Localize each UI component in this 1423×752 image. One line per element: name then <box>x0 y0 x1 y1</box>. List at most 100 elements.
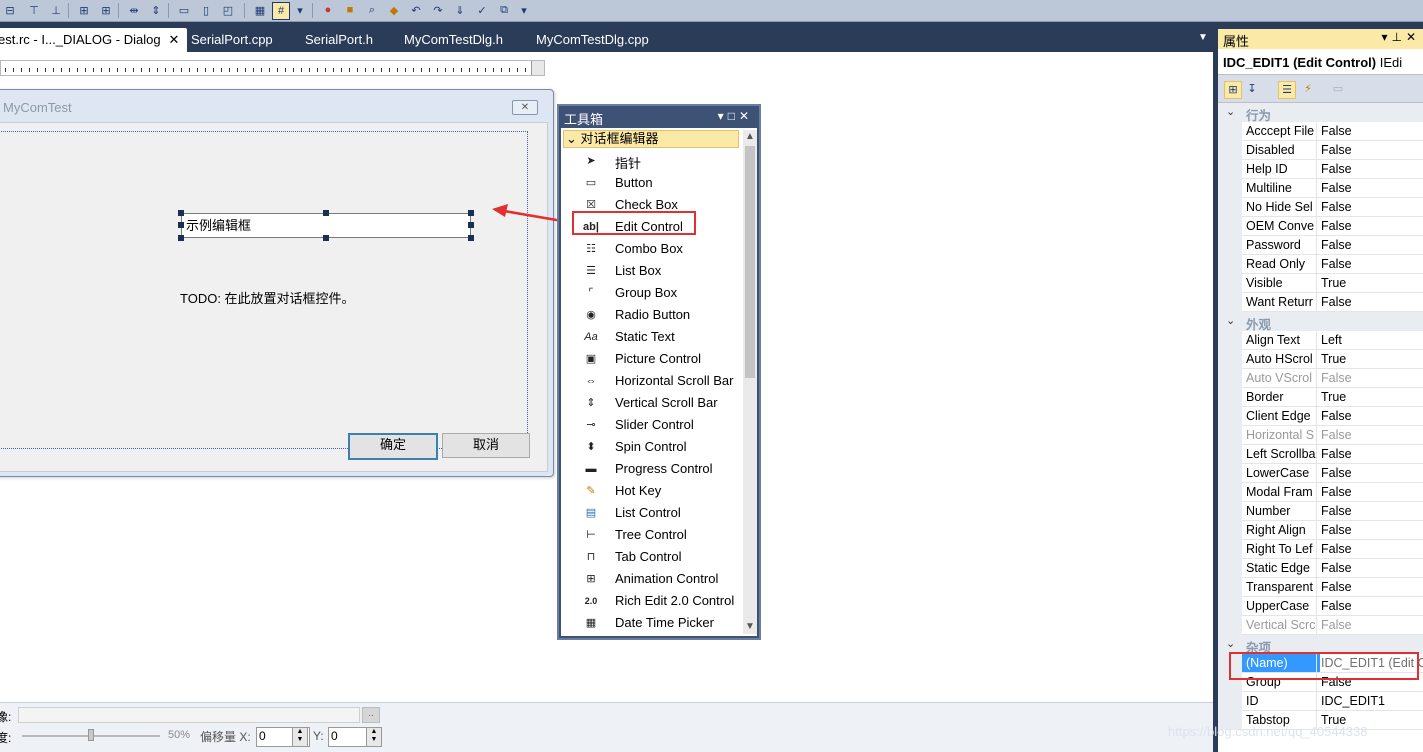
toolbox-item-progress-control[interactable]: ▬ Progress Control <box>561 458 741 480</box>
property-value[interactable]: False <box>1316 160 1423 179</box>
alphabetical-icon[interactable]: ↧ <box>1244 81 1260 97</box>
panel-controls[interactable]: ▾□✕ <box>718 109 753 123</box>
toolbox-item-date-time-picker[interactable]: ▦ Date Time Picker <box>561 612 741 634</box>
property-value[interactable]: False <box>1316 616 1423 635</box>
property-name[interactable]: Disabled <box>1242 141 1320 160</box>
toolbox-item-rich-edit[interactable]: 2.0 Rich Edit 2.0 Control <box>561 590 741 612</box>
toolbox-item-pointer[interactable]: ➤ 指针 <box>561 150 741 172</box>
dialog-client-area[interactable]: 示例编辑框 TODO: 在此放置对话框控件。 确定 取消 <box>0 122 548 472</box>
property-name[interactable]: No Hide Sel <box>1242 198 1320 217</box>
toolbox-item-slider-control[interactable]: ⊸ Slider Control <box>561 414 741 436</box>
dialog-preview[interactable]: MyComTest ✕ 示例编辑框 TODO: 在此放置对话框控件。 确定 取消 <box>0 89 554 477</box>
property-name[interactable]: Visible <box>1242 274 1320 293</box>
find-icon[interactable]: ⌕ <box>364 2 380 18</box>
property-value[interactable]: IDC_EDIT1 <box>1316 692 1423 711</box>
property-value[interactable]: False <box>1316 521 1423 540</box>
toolbox-item-list-control[interactable]: ▤ List Control <box>561 502 741 524</box>
property-value[interactable]: False <box>1316 217 1423 236</box>
property-value[interactable]: False <box>1316 255 1423 274</box>
resize-handle[interactable] <box>178 222 184 228</box>
dropdown-icon[interactable]: ▾ <box>1381 30 1391 44</box>
property-row[interactable]: Right To Lef False <box>1218 540 1423 559</box>
property-value[interactable]: False <box>1316 445 1423 464</box>
tab-mycomtestdlg-cpp[interactable]: MyComTestDlg.cpp <box>528 28 657 52</box>
property-value[interactable]: False <box>1316 179 1423 198</box>
property-name[interactable]: Left Scrollba <box>1242 445 1320 464</box>
slider-thumb[interactable] <box>88 729 94 741</box>
cancel-button[interactable]: 取消 <box>442 433 530 458</box>
property-name[interactable]: Align Text <box>1242 331 1320 350</box>
property-value[interactable]: False <box>1316 483 1423 502</box>
resize-handle[interactable] <box>468 210 474 216</box>
toolbox-item-list-box[interactable]: ☰ List Box <box>561 260 741 282</box>
property-name[interactable]: Password <box>1242 236 1320 255</box>
property-row[interactable]: Disabled False <box>1218 141 1423 160</box>
property-row[interactable]: UpperCase False <box>1218 597 1423 616</box>
property-row[interactable]: Left Scrollba False <box>1218 445 1423 464</box>
property-name[interactable]: Static Edge <box>1242 559 1320 578</box>
image-path-field[interactable] <box>18 707 360 723</box>
toolbox-item-radio-button[interactable]: ◉ Radio Button <box>561 304 741 326</box>
property-name[interactable]: Multiline <box>1242 179 1320 198</box>
property-value[interactable]: True <box>1316 388 1423 407</box>
resize-handle[interactable] <box>178 235 184 241</box>
toolbox-item-vertical-scroll-bar[interactable]: ⇕ Vertical Scroll Bar <box>561 392 741 414</box>
property-value[interactable]: False <box>1316 464 1423 483</box>
dropdown-arrow-icon[interactable]: ▾ <box>516 2 532 18</box>
events-icon[interactable]: ⚡ <box>1300 81 1316 97</box>
tab-dialog-resource[interactable]: est.rc - I..._DIALOG - Dialog ✕ <box>0 28 188 52</box>
property-name[interactable]: Border <box>1242 388 1320 407</box>
property-value[interactable]: False <box>1316 122 1423 141</box>
test-dialog-icon[interactable]: ● <box>320 2 336 18</box>
property-value[interactable]: False <box>1316 407 1423 426</box>
property-name[interactable]: Number <box>1242 502 1320 521</box>
property-row[interactable]: Vertical Scrc False <box>1218 616 1423 635</box>
property-name[interactable]: Client Edge <box>1242 407 1320 426</box>
property-row[interactable]: Visible True <box>1218 274 1423 293</box>
close-icon[interactable]: ✕ <box>169 32 180 47</box>
move-left-icon[interactable]: ↶ <box>408 2 424 18</box>
property-name[interactable]: Read Only <box>1242 255 1320 274</box>
property-value[interactable]: False <box>1316 540 1423 559</box>
space-across-icon[interactable]: ⇹ <box>126 2 142 18</box>
collapse-icon[interactable]: ⌄ <box>1226 637 1235 650</box>
dropdown-icon[interactable]: ▾ <box>718 109 728 123</box>
toolbox-group-header[interactable]: ⌄ 对话框编辑器 <box>563 130 739 148</box>
property-value[interactable]: True <box>1316 274 1423 293</box>
property-row[interactable]: Number False <box>1218 502 1423 521</box>
property-row[interactable]: Right Align False <box>1218 521 1423 540</box>
categorized-icon[interactable]: ⊞ <box>1224 81 1242 99</box>
options-icon[interactable]: ⧉ <box>496 2 512 18</box>
tab-mycomtestdlg-h[interactable]: MyComTestDlg.h <box>396 28 511 52</box>
pin-icon[interactable]: ⊥ <box>1391 30 1405 44</box>
property-name[interactable]: Right To Lef <box>1242 540 1320 559</box>
toolbox-item-tree-control[interactable]: ⊢ Tree Control <box>561 524 741 546</box>
ok-button[interactable]: 确定 <box>348 433 438 460</box>
collapse-icon[interactable]: ⌄ <box>1226 314 1235 327</box>
toolbox-item-animation-control[interactable]: ⊞ Animation Control <box>561 568 741 590</box>
property-name[interactable]: Want Returr <box>1242 293 1320 312</box>
offset-x-spin[interactable]: ▲ ▼ <box>292 727 308 747</box>
property-name[interactable]: ID <box>1242 692 1320 711</box>
property-name[interactable]: Right Align <box>1242 521 1320 540</box>
property-value[interactable]: False <box>1316 236 1423 255</box>
move-right-icon[interactable]: ↷ <box>430 2 446 18</box>
maximize-icon[interactable]: □ <box>728 109 739 123</box>
property-value[interactable]: False <box>1316 426 1423 445</box>
toolbox-item-button[interactable]: ▭ Button <box>561 172 741 194</box>
property-name[interactable]: Horizontal S <box>1242 426 1320 445</box>
property-pages-icon[interactable]: ▭ <box>1330 81 1346 97</box>
property-name[interactable]: Auto VScrol <box>1242 369 1320 388</box>
center-horizontal-icon[interactable]: ⊞ <box>98 2 114 18</box>
resize-handle[interactable] <box>323 235 329 241</box>
tab-overflow-icon[interactable]: ▼ <box>1196 32 1210 46</box>
scroll-down-icon[interactable]: ▼ <box>743 620 757 634</box>
ruler[interactable] <box>0 60 545 76</box>
properties-header[interactable]: 属性 ▾⊥✕ <box>1218 29 1423 49</box>
spell-check-icon[interactable]: ✓ <box>474 2 490 18</box>
property-name[interactable]: UpperCase <box>1242 597 1320 616</box>
property-row[interactable]: Transparent False <box>1218 578 1423 597</box>
property-row[interactable]: Static Edge False <box>1218 559 1423 578</box>
toolbox-item-tab-control[interactable]: ⊓ Tab Control <box>561 546 741 568</box>
collapse-icon[interactable]: ⌄ <box>1226 105 1235 118</box>
